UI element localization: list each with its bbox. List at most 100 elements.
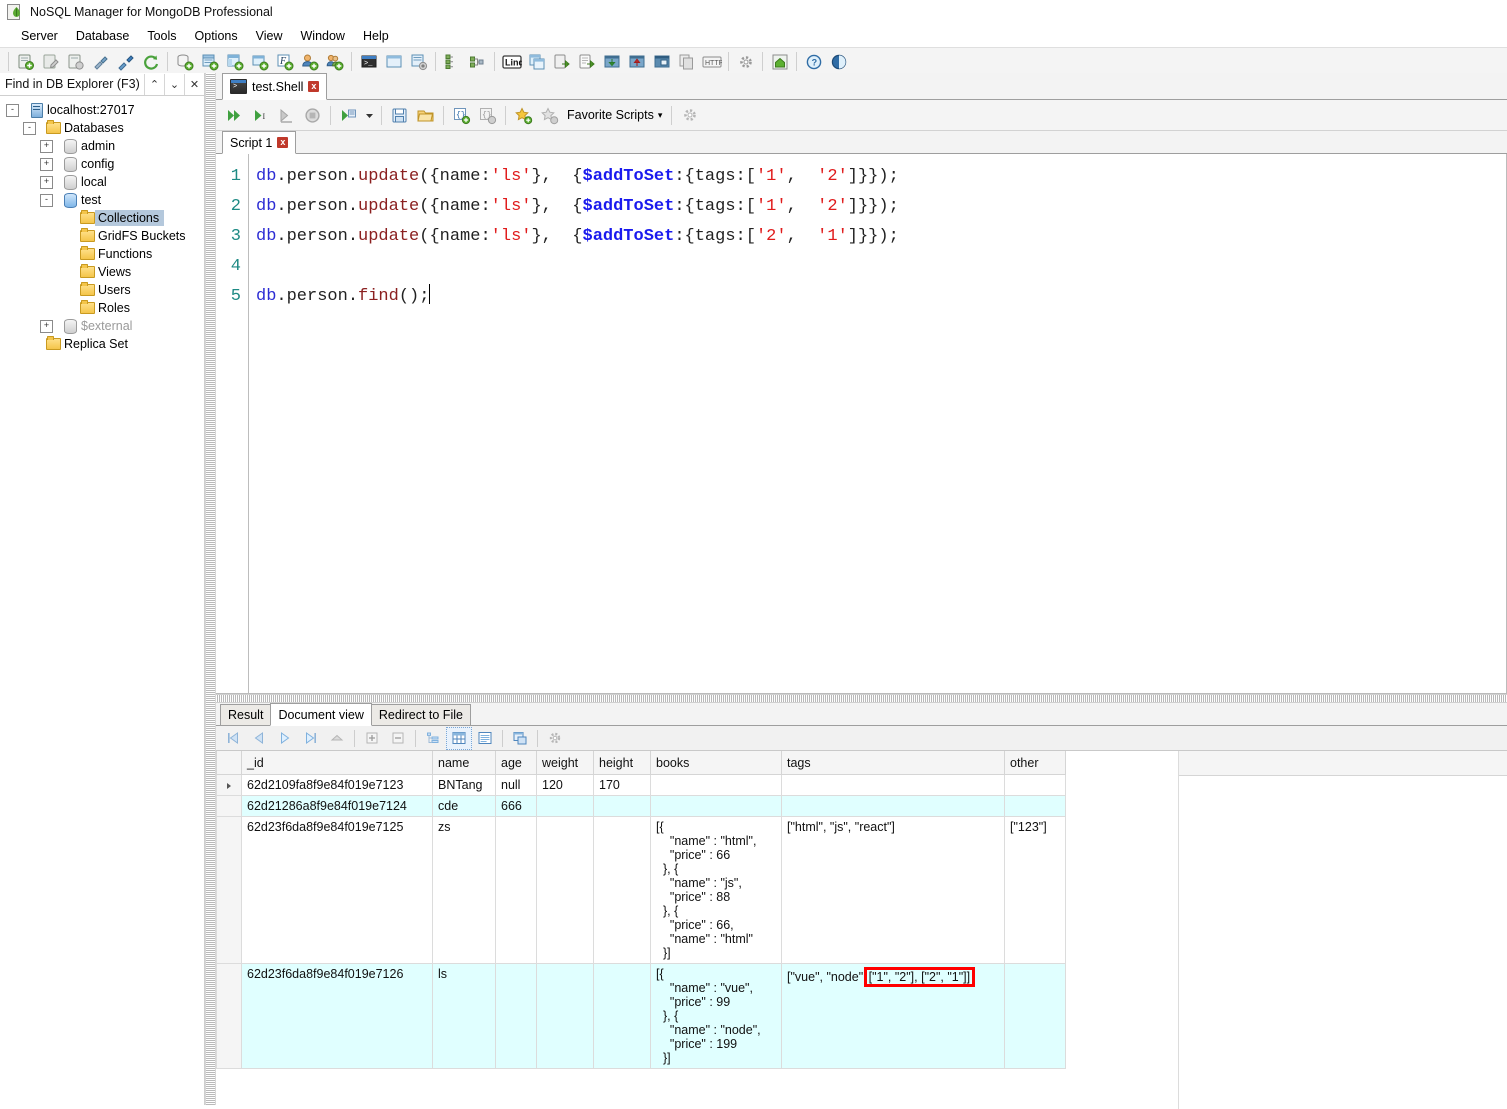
tree-item-functions[interactable]: Functions (0, 245, 204, 263)
cell-id[interactable]: 62d2109fa8f9e84f019e7123 (241, 774, 433, 796)
column-header-id[interactable]: _id (241, 751, 433, 775)
horizontal-splitter[interactable] (216, 694, 1507, 703)
execute-to-cursor-icon[interactable] (274, 103, 299, 127)
schema-explorer-icon[interactable] (465, 50, 490, 74)
tree-item-roles[interactable]: Roles (0, 299, 204, 317)
script-editor[interactable]: 1 2 3 4 5 db.person.update({name:'ls'}, {$ad… (216, 154, 1507, 694)
download-icon[interactable] (599, 50, 624, 74)
tree-item-replica-set[interactable]: Replica Set (0, 335, 204, 353)
tree-view-icon[interactable] (420, 727, 446, 750)
cell-age[interactable] (495, 816, 537, 964)
cell-books[interactable]: [{ "name" : "vue", "price" : 99 }, { "na… (650, 963, 782, 1069)
find-next-button[interactable]: ⌄ (164, 73, 184, 95)
cell-books[interactable]: [{ "name" : "html", "price" : 66 }, { "n… (650, 816, 782, 964)
find-previous-button[interactable]: ⌃ (144, 73, 164, 95)
cell-weight[interactable]: 120 (536, 774, 594, 796)
table-row[interactable]: 62d21286a8f9e84f019e7124 cde 666 (216, 795, 1066, 817)
cell-other[interactable] (1004, 774, 1066, 796)
stop-icon[interactable] (300, 103, 325, 127)
connect-icon[interactable] (88, 50, 113, 74)
table-row[interactable]: 62d23f6da8f9e84f019e7125 zs [{ "name" : "… (216, 816, 1066, 964)
cell-id[interactable]: 62d21286a8f9e84f019e7124 (241, 795, 433, 817)
menu-item-tools[interactable]: Tools (138, 27, 185, 45)
new-database-icon[interactable] (172, 50, 197, 74)
row-indicator[interactable] (216, 795, 242, 817)
gear-icon[interactable] (677, 103, 702, 127)
cell-weight[interactable] (536, 795, 594, 817)
tree-item-views[interactable]: Views (0, 263, 204, 281)
http-icon[interactable]: HTTP (699, 50, 724, 74)
cell-age[interactable]: null (495, 774, 537, 796)
new-function-icon[interactable]: F (272, 50, 297, 74)
linq-query-icon[interactable]: Linq (499, 50, 524, 74)
save-script-icon[interactable] (387, 103, 412, 127)
remove-favorite-icon[interactable] (537, 103, 562, 127)
menu-item-server[interactable]: Server (12, 27, 67, 45)
column-header-weight[interactable]: weight (536, 751, 594, 775)
tree-item-local[interactable]: + local (0, 173, 204, 191)
db-explorer-icon[interactable] (440, 50, 465, 74)
cell-id[interactable]: 62d23f6da8f9e84f019e7126 (241, 963, 433, 1069)
tree-item-test[interactable]: - test (0, 191, 204, 209)
previous-record-icon[interactable] (246, 727, 272, 750)
execute-all-icon[interactable] (222, 103, 247, 127)
tree-item-gridfs-buckets[interactable]: GridFS Buckets (0, 227, 204, 245)
code-area[interactable]: db.person.update({name:'ls'}, {$addToSet… (249, 154, 1506, 693)
tree-expander-icon[interactable]: - (23, 121, 36, 135)
new-user-icon[interactable] (297, 50, 322, 74)
tree-item-admin[interactable]: + admin (0, 137, 204, 155)
cell-height[interactable] (593, 795, 651, 817)
table-row[interactable]: 62d2109fa8f9e84f019e7123 BNTang null 120 170 (216, 774, 1066, 796)
first-record-icon[interactable] (220, 727, 246, 750)
tree-item-collections[interactable]: Collections (0, 209, 204, 227)
tree-expander-icon[interactable]: - (6, 103, 19, 117)
open-query-builder-icon[interactable] (406, 50, 431, 74)
export-grid-icon[interactable] (507, 727, 533, 750)
new-collection-icon[interactable] (197, 50, 222, 74)
tree-item-users[interactable]: Users (0, 281, 204, 299)
cell-tags[interactable] (781, 795, 1005, 817)
menu-item-options[interactable]: Options (186, 27, 247, 45)
grid-settings-icon[interactable] (542, 727, 568, 750)
execute-current-icon[interactable]: I (248, 103, 273, 127)
upload-icon[interactable] (624, 50, 649, 74)
row-indicator[interactable] (216, 774, 242, 796)
cell-height[interactable]: 170 (593, 774, 651, 796)
open-sql-window-icon[interactable] (381, 50, 406, 74)
tree-item-config[interactable]: + config (0, 155, 204, 173)
new-role-icon[interactable] (322, 50, 347, 74)
document-tab-shell[interactable]: test.Shell x (222, 73, 328, 100)
menu-item-window[interactable]: Window (292, 27, 354, 45)
close-icon[interactable]: x (308, 81, 320, 92)
menu-item-help[interactable]: Help (354, 27, 398, 45)
cell-id[interactable]: 62d23f6da8f9e84f019e7125 (241, 816, 433, 964)
vertical-splitter[interactable] (205, 73, 216, 1105)
new-view-icon[interactable] (222, 50, 247, 74)
next-record-icon[interactable] (272, 727, 298, 750)
table-row[interactable]: 62d23f6da8f9e84f019e7126 ls [{ "name" : "… (216, 963, 1066, 1069)
favorite-scripts-button[interactable]: Favorite Scripts ▾ (563, 108, 666, 122)
cell-age[interactable] (495, 963, 537, 1069)
import-icon[interactable] (549, 50, 574, 74)
tree-expander-icon[interactable]: - (40, 193, 53, 207)
column-header-other[interactable]: other (1004, 751, 1066, 775)
new-gridfs-icon[interactable] (247, 50, 272, 74)
new-connection-icon[interactable] (13, 50, 38, 74)
format-json-icon[interactable]: {} (449, 103, 474, 127)
execute-options-dropdown-icon[interactable] (362, 103, 376, 127)
cell-weight[interactable] (536, 816, 594, 964)
disconnect-icon[interactable] (113, 50, 138, 74)
column-header-age[interactable]: age (495, 751, 537, 775)
edit-connection-icon[interactable] (38, 50, 63, 74)
execute-with-options-icon[interactable] (336, 103, 361, 127)
aggregation-icon[interactable] (524, 50, 549, 74)
cell-name[interactable]: ls (432, 963, 496, 1069)
cell-height[interactable] (593, 963, 651, 1069)
row-indicator[interactable] (216, 963, 242, 1069)
column-header-tags[interactable]: tags (781, 751, 1005, 775)
cell-tags[interactable]: ["vue", "node", ["1", "2"], ["2", "1"]] (781, 963, 1005, 1069)
document-grid[interactable]: _id name age weight height books tags other 62d2… (216, 751, 1507, 1109)
last-record-icon[interactable] (298, 727, 324, 750)
add-record-icon[interactable] (359, 727, 385, 750)
tab-document-view[interactable]: Document view (270, 703, 372, 726)
